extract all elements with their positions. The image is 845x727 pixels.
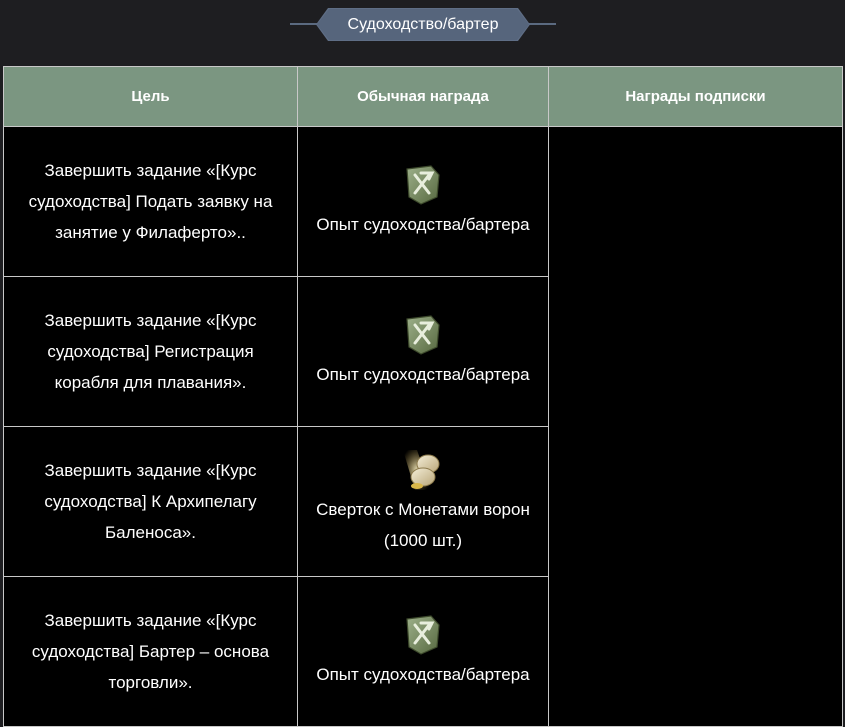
reward-label: Опыт судоходства/бартера [316,215,530,234]
reward-cell: Сверток с Монетами ворон (1000 шт.) [297,426,549,577]
sailing-trade-xp-icon [406,165,440,205]
reward-label: Сверток с Монетами ворон (1000 шт.) [316,499,530,550]
goal-cell: Завершить задание «[Курс судоходства] Ба… [3,576,298,727]
table-header-row: Цель Обычная награда Награды подписки [3,66,843,127]
reward-label: Опыт судоходства/бартера [316,365,530,384]
reward-label: Опыт судоходства/бартера [316,665,530,684]
rewards-table: Цель Обычная награда Награды подписки За… [3,66,843,727]
reward-cell: Опыт судоходства/бартера [297,126,549,277]
section-header: Судоходство/бартер [0,0,845,66]
goal-cell: Завершить задание «[Курс судоходства] К … [3,426,298,577]
section-title: Судоходство/бартер [317,9,529,40]
goal-cell: Завершить задание «[Курс судоходства] Ре… [3,276,298,427]
column-header-regular-reward: Обычная награда [297,66,549,127]
sailing-trade-xp-icon [406,615,440,655]
table-row: Завершить задание «[Курс судоходства] По… [3,126,843,727]
sailing-trade-xp-icon [406,315,440,355]
reward-cell: Опыт судоходства/бартера [297,276,549,427]
goal-cell: Завершить задание «[Курс судоходства] По… [3,126,298,277]
column-header-goal: Цель [3,66,298,127]
reward-cell: Опыт судоходства/бартера [297,576,549,727]
section-title-tab: Судоходство/бартер [316,8,530,41]
column-header-subscription-rewards: Награды подписки [548,66,843,127]
subscription-rewards-cell [548,126,843,727]
crow-coin-pouch-icon [403,449,440,490]
